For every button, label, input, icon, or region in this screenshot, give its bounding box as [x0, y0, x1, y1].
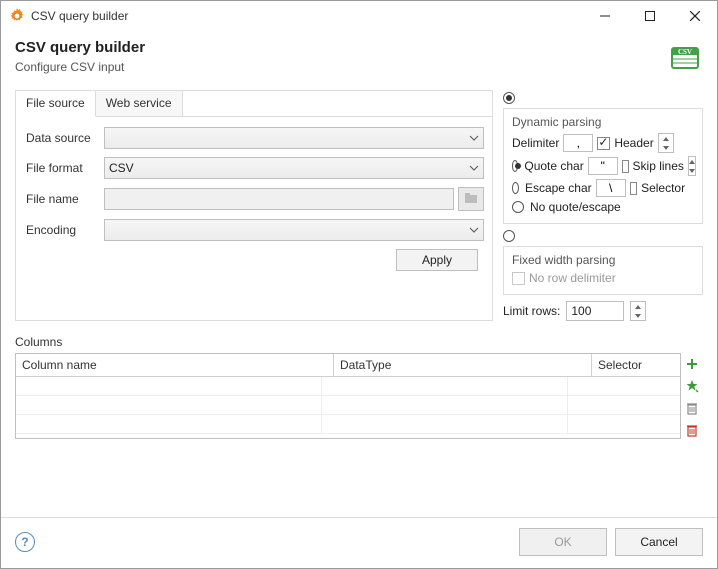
- maximize-button[interactable]: [627, 1, 672, 31]
- chevron-down-icon: [469, 162, 479, 176]
- help-button[interactable]: ?: [15, 532, 35, 552]
- escape-char-input[interactable]: [596, 179, 626, 197]
- minimize-button[interactable]: [582, 1, 627, 31]
- skip-lines-spinner[interactable]: [688, 156, 696, 176]
- columns-label: Columns: [15, 335, 703, 349]
- close-button[interactable]: [672, 1, 717, 31]
- tab-file-source[interactable]: File source: [16, 91, 96, 117]
- label-no-row-delim: No row delimiter: [529, 271, 616, 285]
- browse-file-button[interactable]: [458, 187, 484, 211]
- chevron-down-icon: [469, 132, 479, 146]
- header-spinner[interactable]: [658, 133, 674, 153]
- window-root: CSV query builder CSV query builder Conf…: [0, 0, 718, 569]
- checkbox-header[interactable]: [597, 137, 610, 150]
- file-name-input[interactable]: [104, 188, 454, 210]
- label-encoding: Encoding: [26, 223, 104, 237]
- window-title: CSV query builder: [31, 9, 582, 23]
- delimiter-input[interactable]: [563, 134, 593, 152]
- dialog-header: CSV query builder Configure CSV input CS…: [1, 31, 717, 80]
- file-format-value: CSV: [109, 161, 134, 175]
- label-selector: Selector: [641, 181, 685, 195]
- titlebar: CSV query builder: [1, 1, 717, 31]
- dynamic-parsing-group: Dynamic parsing Delimiter Header Quote c…: [503, 108, 703, 224]
- label-data-source: Data source: [26, 131, 104, 145]
- label-file-name: File name: [26, 192, 104, 206]
- label-escape-char: Escape char: [525, 181, 592, 195]
- file-format-combo[interactable]: CSV: [104, 157, 484, 179]
- limit-rows-input[interactable]: 100: [566, 301, 624, 321]
- column-tools: [681, 353, 703, 439]
- label-limit-rows: Limit rows:: [503, 304, 560, 318]
- col-header-name: Column name: [16, 354, 334, 376]
- columns-table[interactable]: Column name DataType Selector: [15, 353, 681, 439]
- help-icon: ?: [21, 535, 28, 549]
- gear-icon: [9, 8, 25, 24]
- table-row[interactable]: [16, 415, 680, 434]
- cancel-button[interactable]: Cancel: [615, 528, 703, 556]
- radio-fixed-width[interactable]: [503, 230, 515, 242]
- quote-char-input[interactable]: [588, 157, 618, 175]
- fixed-width-group: Fixed width parsing No row delimiter: [503, 246, 703, 295]
- checkbox-selector[interactable]: [630, 182, 637, 195]
- radio-escape-char[interactable]: [512, 182, 519, 194]
- label-no-quote: No quote/escape: [530, 200, 621, 214]
- source-tabs: File source Web service: [16, 90, 492, 117]
- dialog-footer: ? OK Cancel: [1, 517, 717, 568]
- window-controls: [582, 1, 717, 31]
- remove-all-columns-button[interactable]: [683, 421, 701, 439]
- radio-no-quote[interactable]: [512, 201, 524, 213]
- add-column-button[interactable]: [683, 355, 701, 373]
- columns-section: Columns Column name DataType Selector: [15, 335, 703, 439]
- remove-column-button[interactable]: [683, 399, 701, 417]
- parsing-panel: Dynamic parsing Delimiter Header Quote c…: [503, 90, 703, 321]
- apply-button[interactable]: Apply: [396, 249, 478, 271]
- checkbox-no-row-delim: [512, 272, 525, 285]
- chevron-down-icon: [469, 224, 479, 238]
- col-header-selector: Selector: [592, 354, 680, 376]
- dynamic-parsing-title: Dynamic parsing: [512, 115, 696, 129]
- svg-text:CSV: CSV: [678, 48, 692, 56]
- dialog-title: CSV query builder: [15, 39, 669, 56]
- source-panel: File source Web service Data source File…: [15, 90, 493, 321]
- col-header-type: DataType: [334, 354, 592, 376]
- folder-icon: [465, 192, 477, 206]
- data-source-combo[interactable]: [104, 127, 484, 149]
- label-file-format: File format: [26, 161, 104, 175]
- checkbox-skip-lines[interactable]: [622, 160, 629, 173]
- tab-web-service[interactable]: Web service: [96, 91, 183, 116]
- label-quote-char: Quote char: [524, 159, 583, 173]
- encoding-combo[interactable]: [104, 219, 484, 241]
- ok-button[interactable]: OK: [519, 528, 607, 556]
- radio-quote-char[interactable]: [512, 160, 518, 172]
- radio-dynamic-parsing[interactable]: [503, 92, 515, 104]
- table-row[interactable]: [16, 396, 680, 415]
- label-skip-lines: Skip lines: [633, 159, 684, 173]
- csv-icon: CSV: [669, 41, 701, 73]
- limit-rows-spinner[interactable]: [630, 301, 646, 321]
- label-header: Header: [614, 136, 653, 150]
- label-delimiter: Delimiter: [512, 136, 559, 150]
- dialog-subtitle: Configure CSV input: [15, 60, 669, 74]
- fixed-width-title: Fixed width parsing: [512, 253, 696, 267]
- table-row[interactable]: [16, 377, 680, 396]
- add-column-wizard-button[interactable]: [683, 377, 701, 395]
